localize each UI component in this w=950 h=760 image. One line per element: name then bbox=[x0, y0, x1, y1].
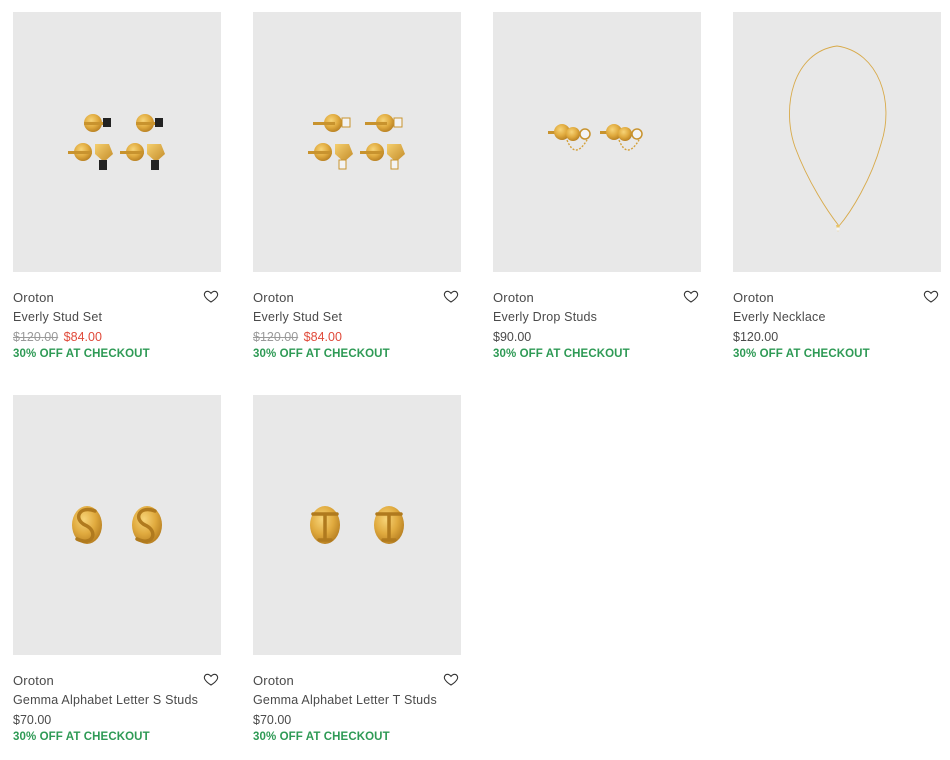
original-price: $120.00 bbox=[13, 330, 59, 344]
product-image[interactable] bbox=[253, 395, 461, 655]
product-name[interactable]: Gemma Alphabet Letter S Studs bbox=[13, 693, 198, 707]
product-name[interactable]: Gemma Alphabet Letter T Studs bbox=[253, 693, 437, 707]
price: $70.00 bbox=[13, 713, 52, 727]
heart-icon[interactable] bbox=[443, 288, 459, 304]
promo-badge: 30% OFF AT CHECKOUT bbox=[253, 731, 390, 743]
product-price: $120.00 $84.00 bbox=[13, 330, 102, 344]
drop-studs-image bbox=[548, 124, 643, 151]
promo-badge: 30% OFF AT CHECKOUT bbox=[13, 731, 150, 743]
product-brand: Oroton bbox=[493, 290, 534, 305]
product-price: $120.00 bbox=[733, 330, 778, 344]
product-image[interactable] bbox=[13, 12, 221, 272]
product-name[interactable]: Everly Stud Set bbox=[13, 310, 102, 324]
promo-badge: 30% OFF AT CHECKOUT bbox=[253, 348, 390, 360]
heart-icon[interactable] bbox=[443, 671, 459, 687]
product-grid: Oroton Everly Stud Set $120.00 $84.00 30… bbox=[0, 0, 950, 760]
stud-set-white-stone-image bbox=[308, 114, 405, 170]
product-price: $120.00 $84.00 bbox=[253, 330, 342, 344]
letter-s-studs-image bbox=[72, 506, 162, 544]
sale-price: $84.00 bbox=[63, 330, 102, 344]
heart-icon[interactable] bbox=[203, 288, 219, 304]
price: $70.00 bbox=[253, 713, 292, 727]
product-name[interactable]: Everly Stud Set bbox=[253, 310, 342, 324]
price: $120.00 bbox=[733, 330, 779, 344]
necklace-image bbox=[789, 45, 887, 232]
product-price: $70.00 bbox=[253, 713, 291, 727]
price: $90.00 bbox=[493, 330, 532, 344]
heart-icon[interactable] bbox=[683, 288, 699, 304]
original-price: $120.00 bbox=[253, 330, 299, 344]
promo-badge: 30% OFF AT CHECKOUT bbox=[733, 348, 870, 360]
product-brand: Oroton bbox=[253, 290, 294, 305]
stud-set-black-stone-image bbox=[68, 114, 165, 170]
product-brand: Oroton bbox=[733, 290, 774, 305]
product-price: $70.00 bbox=[13, 713, 51, 727]
product-image[interactable] bbox=[493, 12, 701, 272]
product-image[interactable] bbox=[253, 12, 461, 272]
product-brand: Oroton bbox=[13, 673, 54, 688]
letter-t-studs-image bbox=[310, 506, 404, 544]
product-name[interactable]: Everly Necklace bbox=[733, 310, 826, 324]
promo-badge: 30% OFF AT CHECKOUT bbox=[493, 348, 630, 360]
product-price: $90.00 bbox=[493, 330, 531, 344]
heart-icon[interactable] bbox=[923, 288, 939, 304]
heart-icon[interactable] bbox=[203, 671, 219, 687]
sale-price: $84.00 bbox=[303, 330, 342, 344]
promo-badge: 30% OFF AT CHECKOUT bbox=[13, 348, 150, 360]
product-image[interactable] bbox=[733, 12, 941, 272]
product-name[interactable]: Everly Drop Studs bbox=[493, 310, 597, 324]
product-image[interactable] bbox=[13, 395, 221, 655]
product-brand: Oroton bbox=[13, 290, 54, 305]
product-brand: Oroton bbox=[253, 673, 294, 688]
